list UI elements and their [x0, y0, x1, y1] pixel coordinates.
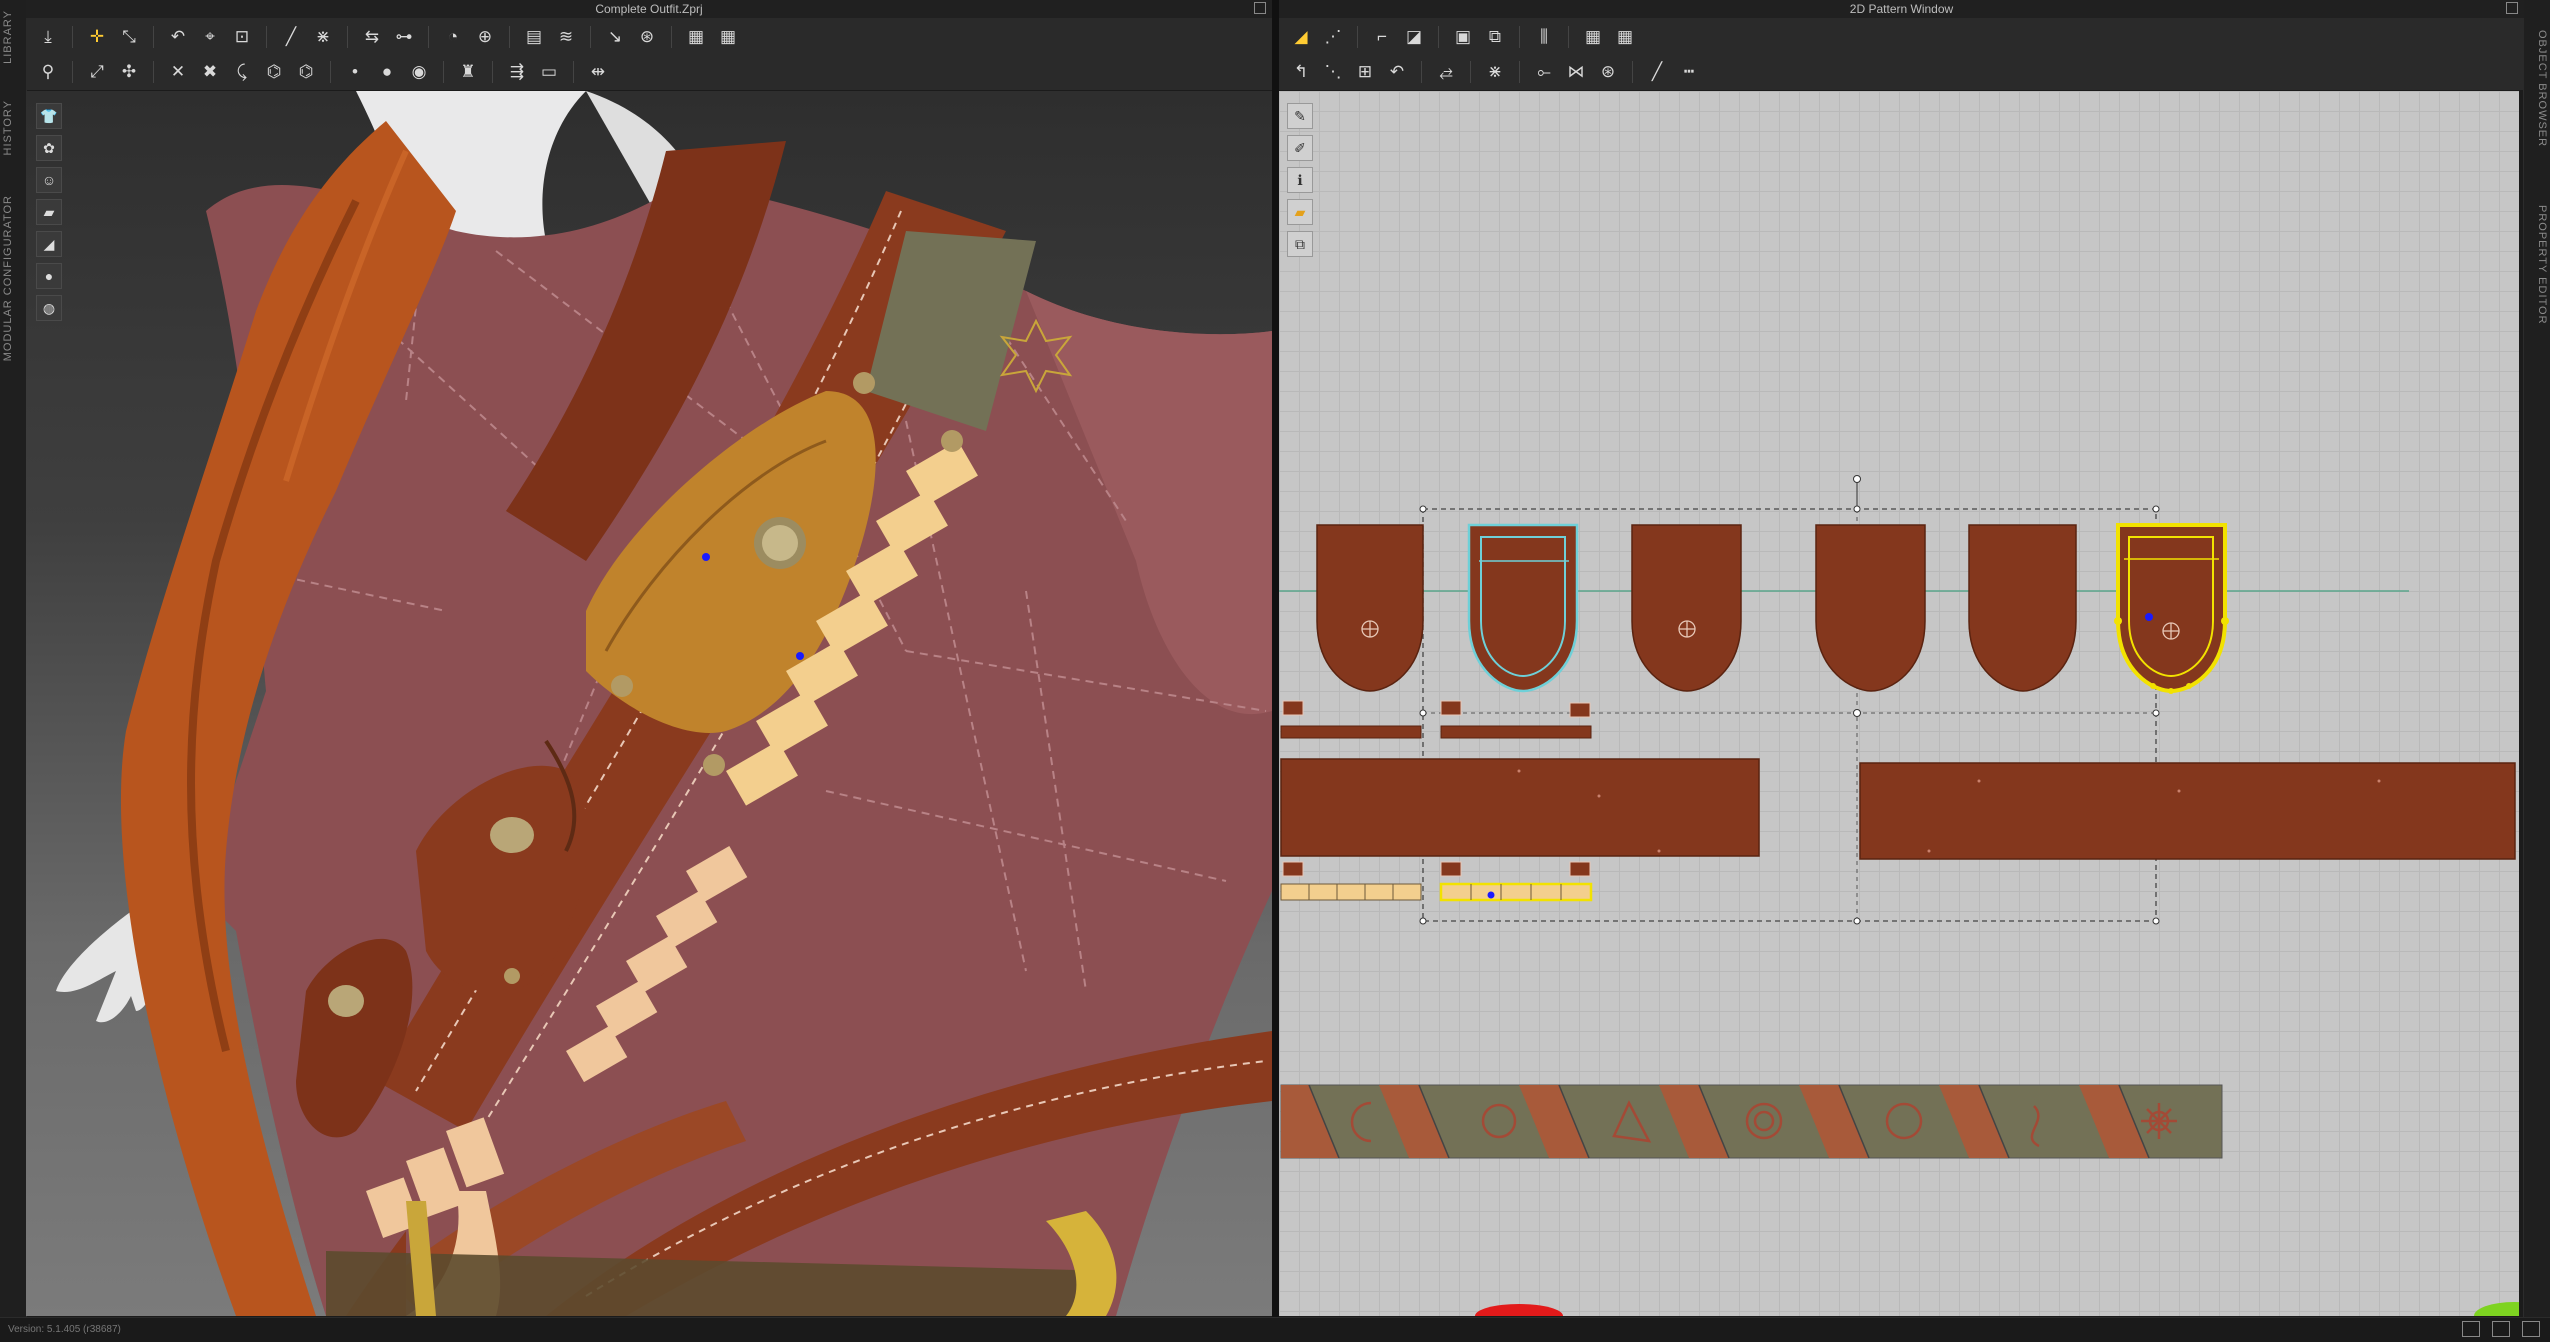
arrange-row-icon[interactable]: ▭ — [537, 61, 561, 83]
garment-icon[interactable]: 👕 — [36, 103, 62, 129]
skin-icon[interactable]: ● — [36, 263, 62, 289]
add-point-icon[interactable]: ⊞ — [1353, 61, 1377, 83]
window3d-titlebar: Complete Outfit.Zprj — [26, 0, 1272, 19]
edit-point-icon[interactable]: ⋱ — [1321, 61, 1345, 83]
mannequin-icon[interactable]: ● — [375, 61, 399, 83]
tape-icon[interactable]: ◉ — [407, 61, 431, 83]
grid-2-icon[interactable]: ▦ — [684, 26, 708, 48]
toolbar2d-row2: ↰ ⋱ ⊞ ↶ ⥄ ⋇ ⟜ ⋈ ⊛ ╱ ┅ — [1279, 54, 2524, 90]
create-polygon-icon[interactable]: ▣ — [1451, 26, 1475, 48]
free-sew-icon[interactable]: ⟜ — [1532, 61, 1556, 83]
toolbar3d-row1: ⤓ ✛ ⤡ ↶ ⌖ ⊡ ╱ ⋇ ⇆ ⊶ ◔ ⊕ ▤ ≋ ↘ ⊛ ▦ ▦ — [26, 19, 1272, 55]
window-splitter[interactable] — [1272, 0, 1279, 1318]
measure-ruler-icon[interactable]: ┅ — [1677, 61, 1701, 83]
avatar-icon[interactable]: ⤓ — [36, 26, 60, 48]
fold-arrange-icon[interactable]: ⤹ — [230, 61, 254, 83]
grid-icon-2d[interactable]: ▦ — [1581, 26, 1605, 48]
garment-3d-render — [56, 91, 1272, 1316]
tack-icon[interactable]: ⋇ — [311, 26, 335, 48]
toolbar3d-row2: ⚲ ⤢ ✣ ✕ ✖ ⤹ ⌬ ⌬ • ● ◉ ♜ ⇶ ▭ ⇹ — [26, 54, 1272, 90]
check-sew-icon[interactable]: ⊛ — [1596, 61, 1620, 83]
fold-line-icon[interactable]: ↶ — [1385, 61, 1409, 83]
window2d-detach-icon[interactable] — [2506, 2, 2518, 14]
pattern-canvas — [1279, 475, 2519, 1316]
left-side-panel: LIBRARY HISTORY MODULAR CONFIGURATOR — [0, 0, 27, 1318]
transform-icon[interactable]: ⤢ — [85, 61, 109, 83]
window2d-titlebar: 2D Pattern Window — [1279, 0, 2524, 19]
select-pattern-icon[interactable]: ◢ — [1289, 26, 1313, 48]
window3d-detach-icon[interactable] — [1254, 2, 1266, 14]
transform-pattern-icon[interactable]: ⋰ — [1321, 26, 1345, 48]
grid-3-icon[interactable]: ▦ — [716, 26, 740, 48]
right-side-panel: OBJECT BROWSER PROPERTY EDITOR — [2523, 0, 2550, 1318]
layout-single-icon[interactable] — [2462, 1321, 2480, 1337]
layout-2d-icon[interactable] — [2522, 1321, 2540, 1337]
layout-split-icon[interactable] — [2492, 1321, 2510, 1337]
pin-remove-icon[interactable]: ✖ — [198, 61, 222, 83]
arrange-icon[interactable]: ⥄ — [1434, 61, 1458, 83]
window3d-title: Complete Outfit.Zprj — [595, 2, 703, 16]
zipper-icon[interactable]: ▤ — [522, 26, 546, 48]
brush-icon[interactable]: ✎ — [1287, 103, 1313, 129]
avatar-display-icon[interactable]: ☺ — [36, 167, 62, 193]
grid-icon[interactable]: ⊛ — [635, 26, 659, 48]
toolbar2d-row1: ◢ ⋰ ⌐ ◪ ▣ ⧉ ⫼ ▦ ▦ — [1279, 19, 2524, 55]
strap-display-icon[interactable]: ◢ — [36, 231, 62, 257]
pin-fix-icon[interactable]: ✕ — [166, 61, 190, 83]
edit-sew-icon[interactable]: ⋈ — [1564, 61, 1588, 83]
select-move-icon[interactable]: ✛ — [85, 26, 109, 48]
edit-pin-icon[interactable]: ✣ — [117, 61, 141, 83]
history-tab[interactable]: HISTORY — [2, 100, 24, 156]
create-internal-icon[interactable]: ⧉ — [1483, 26, 1507, 48]
piping-icon[interactable]: ↘ — [603, 26, 627, 48]
library-tab[interactable]: LIBRARY — [2, 10, 24, 64]
viewport-3d[interactable]: 👕 ✿ ☺ ▰ ◢ ● ◍ — [26, 91, 1272, 1316]
fold-icon[interactable]: ↶ — [166, 26, 190, 48]
create-rect-icon[interactable]: ◪ — [1402, 26, 1426, 48]
world-icon[interactable]: ◍ — [36, 295, 62, 321]
window2d-title: 2D Pattern Window — [1849, 2, 1954, 16]
viewport2d-toolstrip: ✎ ✐ ℹ ▰ ⧉ — [1287, 103, 1313, 257]
arrange-point-icon[interactable]: ⊶ — [392, 26, 416, 48]
circle-measure-icon[interactable]: ⌬ — [294, 61, 318, 83]
version-label: Version: 5.1.405 (r38687) — [8, 1324, 121, 1335]
align-icon[interactable]: ⇶ — [505, 61, 529, 83]
fabric-icon[interactable]: ▰ — [36, 199, 62, 225]
status-bar: Version: 5.1.405 (r38687) — [0, 1317, 2550, 1342]
topstitch-icon[interactable]: ╱ — [1645, 61, 1669, 83]
avatar-select-icon[interactable]: ⚲ — [36, 61, 60, 83]
spread-icon[interactable]: ⇹ — [586, 61, 610, 83]
measure-icon[interactable]: ⌬ — [262, 61, 286, 83]
property-editor-tab[interactable]: PROPERTY EDITOR — [2526, 205, 2548, 325]
grid-2-icon-2d[interactable]: ▦ — [1613, 26, 1637, 48]
puckering-icon[interactable]: ≋ — [554, 26, 578, 48]
texture-icon[interactable]: ✿ — [36, 135, 62, 161]
arrangement-icon[interactable]: ⇆ — [360, 26, 384, 48]
viewport3d-toolstrip: 👕 ✿ ☺ ▰ ◢ ● ◍ — [36, 103, 62, 321]
viewport-2d[interactable]: ✎ ✐ ℹ ▰ ⧉ — [1279, 91, 2519, 1316]
seam-icon[interactable]: ⫼ — [1532, 26, 1556, 48]
pattern-view-icon[interactable]: ⧉ — [1287, 231, 1313, 257]
modular-configurator-tab[interactable]: MODULAR CONFIGURATOR — [2, 195, 24, 361]
sew-icon[interactable]: ⋇ — [1483, 61, 1507, 83]
buttonhole-icon[interactable]: ⊕ — [473, 26, 497, 48]
strap-icon[interactable]: ♜ — [456, 61, 480, 83]
edit-pattern-icon[interactable]: ⤡ — [117, 26, 141, 48]
pin-icon[interactable]: ⌖ — [198, 26, 222, 48]
object-browser-tab[interactable]: OBJECT BROWSER — [2526, 30, 2548, 147]
info-icon[interactable]: ℹ — [1287, 167, 1313, 193]
segment-icon[interactable]: ╱ — [279, 26, 303, 48]
button-icon[interactable]: ◔ — [441, 26, 465, 48]
fabric-color-icon[interactable]: ▰ — [1287, 199, 1313, 225]
trace-icon[interactable]: ↰ — [1289, 61, 1313, 83]
point-measure-icon[interactable]: • — [343, 61, 367, 83]
edit-curve-icon[interactable]: ⌐ — [1370, 26, 1394, 48]
pin-box-icon[interactable]: ⊡ — [230, 26, 254, 48]
paint-icon[interactable]: ✐ — [1287, 135, 1313, 161]
